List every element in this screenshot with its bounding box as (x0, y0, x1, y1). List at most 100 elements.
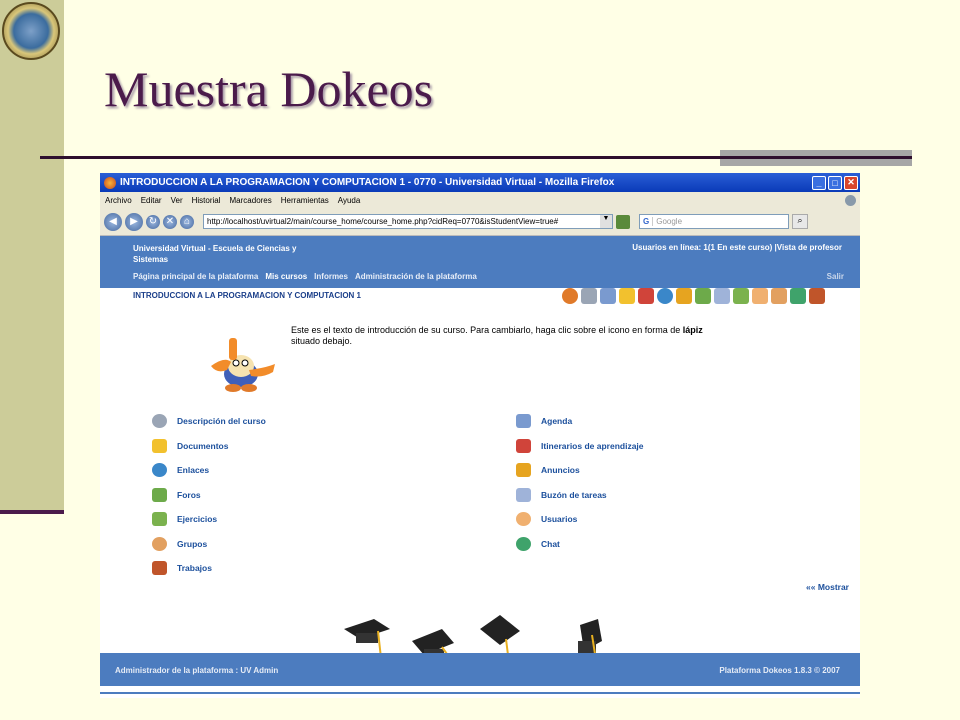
envelope-icon[interactable] (714, 288, 730, 304)
course-title: INTRODUCCION A LA PROGRAMACION Y COMPUTA… (133, 291, 362, 300)
calendar-icon (516, 414, 531, 429)
slide-title: Muestra Dokeos (104, 61, 434, 117)
course-tool-icons (562, 288, 825, 304)
exercise-icon[interactable] (733, 288, 749, 304)
logout-link[interactable]: Salir (827, 272, 844, 281)
tool-users[interactable]: Usuarios (516, 507, 644, 532)
nav-home[interactable]: Página principal de la plataforma (133, 272, 258, 281)
close-button[interactable]: ✕ (844, 175, 858, 190)
tool-label[interactable]: Trabajos (177, 563, 212, 573)
user-icon[interactable] (752, 288, 768, 304)
tool-documents[interactable]: Documentos (152, 434, 266, 459)
tool-label[interactable]: Anuncios (541, 465, 580, 475)
tool-label[interactable]: Usuarios (541, 514, 577, 524)
tool-assignments[interactable]: Trabajos (152, 556, 266, 581)
search-input[interactable]: G Google (639, 214, 789, 229)
tool-label[interactable]: Itinerarios de aprendizaje (541, 441, 644, 451)
tool-chat[interactable]: Chat (516, 532, 644, 557)
tool-label[interactable]: Descripción del curso (177, 416, 266, 426)
calendar-icon[interactable] (600, 288, 616, 304)
tool-groups[interactable]: Grupos (152, 532, 266, 557)
browser-window: INTRODUCCION A LA PROGRAMACION Y COMPUTA… (100, 173, 860, 698)
minimize-button[interactable]: _ (812, 175, 826, 190)
tool-label[interactable]: Chat (541, 539, 560, 549)
url-text: http://localhost/uvirtual2/main/course_h… (207, 217, 559, 226)
tool-links[interactable]: Enlaces (152, 458, 266, 483)
tool-description[interactable]: Descripción del curso (152, 409, 266, 434)
course-intro: Este es el texto de introducción de su c… (291, 325, 791, 347)
intro-end: situado debajo. (291, 336, 353, 346)
folder-icon (152, 438, 167, 453)
tools-right-column: Agenda Itinerarios de aprendizaje Anunci… (516, 409, 644, 556)
search-placeholder: Google (656, 217, 683, 226)
nav-reports[interactable]: Informes (314, 272, 348, 281)
tool-label[interactable]: Foros (177, 490, 201, 500)
path-icon (516, 438, 531, 453)
tools-left-column: Descripción del curso Documentos Enlaces… (152, 409, 266, 581)
stop-icon[interactable]: ✕ (163, 214, 177, 229)
header-nav: Página principal de la plataforma Mis cu… (133, 272, 477, 281)
tool-label[interactable]: Agenda (541, 416, 572, 426)
throbber-icon (845, 194, 856, 206)
path-icon[interactable] (638, 288, 654, 304)
footer-admin[interactable]: Administrador de la plataforma : UV Admi… (115, 666, 278, 675)
tool-forums[interactable]: Foros (152, 483, 266, 508)
tool-agenda[interactable]: Agenda (516, 409, 644, 434)
globe-icon[interactable] (657, 288, 673, 304)
menu-herramientas[interactable]: Herramientas (281, 196, 329, 205)
site-name[interactable]: Universidad Virtual - Escuela de Ciencia… (133, 243, 333, 265)
user-icon (516, 512, 531, 527)
tool-label[interactable]: Documentos (177, 441, 228, 451)
show-hidden-link[interactable]: «« Mostrar (806, 582, 849, 592)
nav-admin[interactable]: Administración de la plataforma (355, 272, 477, 281)
page-footer: Administrador de la plataforma : UV Admi… (100, 653, 860, 686)
home-icon[interactable]: ⌂ (180, 214, 194, 229)
tool-label[interactable]: Ejercicios (177, 514, 217, 524)
bell-icon (516, 463, 531, 478)
menu-editar[interactable]: Editar (141, 196, 162, 205)
search-engine-icon[interactable]: G (640, 217, 654, 226)
pencil-icon[interactable] (809, 288, 825, 304)
menu-archivo[interactable]: Archivo (105, 196, 132, 205)
description-icon[interactable] (581, 288, 597, 304)
maximize-button[interactable]: □ (828, 175, 842, 190)
window-titlebar: INTRODUCCION A LA PROGRAMACION Y COMPUTA… (100, 173, 860, 192)
footer-platform[interactable]: Plataforma Dokeos 1.8.3 © 2007 (719, 666, 840, 675)
folder-icon[interactable] (619, 288, 635, 304)
tool-exercises[interactable]: Ejercicios (152, 507, 266, 532)
footer-rule (100, 692, 860, 694)
university-seal-logo (2, 2, 60, 60)
online-users: Usuarios en línea: 1(1 En este curso) |V… (632, 243, 842, 252)
tool-label[interactable]: Enlaces (177, 465, 209, 475)
menu-ayuda[interactable]: Ayuda (338, 196, 361, 205)
navigation-toolbar: ◀ ▶ ↻ ✕ ⌂ http://localhost/uvirtual2/mai… (100, 208, 860, 236)
tool-label[interactable]: Grupos (177, 539, 207, 549)
search-icon[interactable]: ⌕ (792, 214, 808, 229)
tool-announcements[interactable]: Anuncios (516, 458, 644, 483)
page-header: Universidad Virtual - Escuela de Ciencia… (100, 236, 860, 288)
menu-bar: Archivo Editar Ver Historial Marcadores … (100, 192, 860, 208)
chat-icon[interactable] (790, 288, 806, 304)
group-icon[interactable] (771, 288, 787, 304)
forward-icon[interactable]: ▶ (125, 212, 143, 231)
back-icon[interactable]: ◀ (104, 212, 122, 231)
bell-icon[interactable] (676, 288, 692, 304)
go-button[interactable] (616, 214, 630, 229)
menu-historial[interactable]: Historial (192, 196, 221, 205)
reload-icon[interactable]: ↻ (146, 214, 160, 229)
menu-marcadores[interactable]: Marcadores (230, 196, 272, 205)
exercise-icon (152, 512, 167, 527)
menu-ver[interactable]: Ver (171, 196, 183, 205)
tool-dropbox[interactable]: Buzón de tareas (516, 483, 644, 508)
tool-label[interactable]: Buzón de tareas (541, 490, 607, 500)
title-rule (40, 156, 912, 159)
nav-my-courses[interactable]: Mis cursos (265, 272, 307, 281)
intro-bold: lápiz (682, 325, 703, 335)
url-field[interactable]: http://localhost/uvirtual2/main/course_h… (203, 214, 613, 229)
course-home-icon[interactable] (562, 288, 578, 304)
url-dropdown-icon[interactable]: ▼ (600, 215, 612, 228)
description-icon (152, 414, 167, 429)
intro-text: Este es el texto de introducción de su c… (291, 325, 681, 335)
tool-learning-paths[interactable]: Itinerarios de aprendizaje (516, 434, 644, 459)
forum-icon[interactable] (695, 288, 711, 304)
